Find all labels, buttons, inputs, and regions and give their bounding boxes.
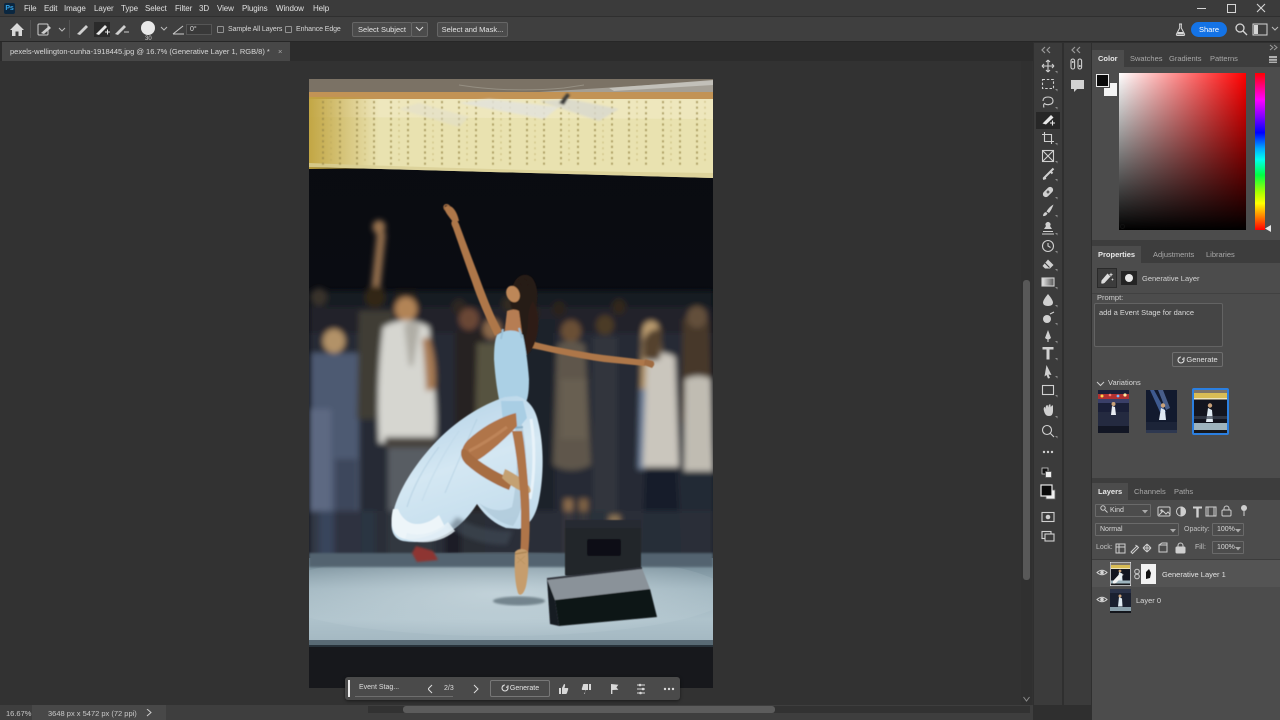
- svg-text:30: 30: [145, 36, 152, 41]
